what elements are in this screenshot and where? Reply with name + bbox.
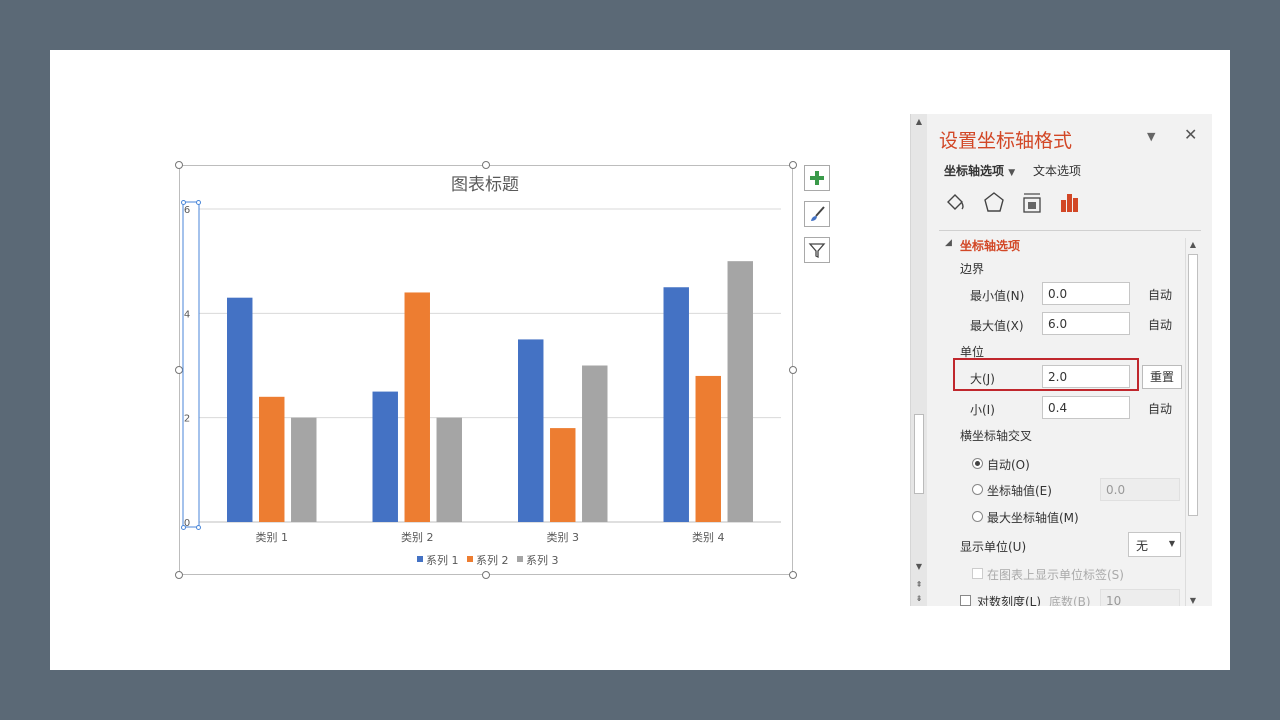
tab-text-options[interactable]: 文本选项 [1033,162,1081,179]
minor-state: 自动 [1148,402,1173,416]
brush-icon [811,206,825,221]
crosses-value-label[interactable]: 坐标轴值(E) [987,482,1052,499]
reset-button[interactable]: 重置 [1142,365,1182,389]
dropdown-arrow-icon: ▼ [1168,539,1175,548]
pane-inner-scrollbar[interactable]: ▲ ▼ [1185,238,1200,606]
chart-filters-button[interactable] [804,237,830,263]
chart-styles-button[interactable] [804,201,830,227]
log-scale-checkbox[interactable] [960,595,971,606]
size-properties-icon[interactable] [1019,190,1045,216]
chevron-down-icon: ▼ [1008,168,1016,178]
bar [663,287,689,522]
radio-crosses-value[interactable] [972,484,983,495]
pane-outer-scrollbar[interactable]: ▲ ▼ ⇞ ⇟ [911,114,927,606]
chart-title[interactable]: 图表标题 [451,175,519,195]
major-unit-field[interactable]: 2.0 [1042,365,1130,388]
scroll-page-down-icon[interactable]: ⇟ [914,594,924,604]
section-axis-options[interactable]: 坐标轴选项 [960,237,1020,254]
radio-crosses-auto[interactable] [972,458,983,469]
axis-handle-bottom-left[interactable] [181,525,186,530]
legend-swatch [467,556,473,562]
legend-label: 系列 1 [426,553,459,567]
y-tick-label: 2 [184,414,190,425]
bar [404,292,430,522]
show-units-checkbox[interactable] [972,568,983,579]
inner-scroll-down-icon[interactable]: ▼ [1188,596,1198,606]
pane-options-icon[interactable]: ▼ [1147,130,1155,143]
crosses-value-field[interactable]: 0.0 [1100,478,1180,501]
format-axis-pane: ▲ ▼ ⇞ ⇟ 设置坐标轴格式 ▼ ✕ 坐标轴选项 ▼ 文本选项 ▲ ▼ ◢ 坐… [910,114,1212,606]
bar [727,261,753,522]
inner-scroll-up-icon[interactable]: ▲ [1188,240,1198,250]
log-scale-label[interactable]: 对数刻度(L) [977,593,1041,606]
fill-line-icon[interactable] [943,190,969,216]
y-tick-label: 4 [184,309,190,320]
crosses-auto-label[interactable]: 自动(O) [987,456,1030,473]
min-value-field[interactable]: 0.0 [1042,282,1130,305]
x-tick-label: 类别 4 [692,530,725,544]
axis-handle-top-right[interactable] [196,200,201,205]
legend-label: 系列 3 [526,553,559,567]
vertical-axis-selection[interactable] [182,201,200,528]
bar [372,391,398,522]
min-state: 自动 [1148,288,1173,302]
crosses-max-label[interactable]: 最大坐标轴值(M) [987,509,1079,526]
chart-elements-button[interactable] [804,165,830,191]
log-base-field[interactable]: 10 [1100,589,1180,606]
scroll-up-icon[interactable]: ▲ [914,117,924,127]
pane-divider [939,230,1201,231]
display-units-value: 无 [1136,539,1149,553]
axis-handle-bottom-right[interactable] [196,525,201,530]
x-tick-label: 类别 2 [401,530,434,544]
min-label: 最小值(N) [970,289,1025,303]
show-units-label[interactable]: 在图表上显示单位标签(S) [987,566,1124,583]
legend-swatch [517,556,523,562]
x-tick-label: 类别 3 [547,530,580,544]
close-icon[interactable]: ✕ [1184,125,1197,144]
log-base-label: 底数(B) [1049,595,1091,606]
bar [550,428,576,522]
legend-swatch [417,556,423,562]
effects-icon[interactable] [981,190,1007,216]
legend-label: 系列 2 [476,553,509,567]
radio-crosses-max[interactable] [972,511,983,522]
x-tick-label: 类别 1 [256,530,289,544]
bounds-label: 边界 [960,262,985,276]
tab-axis-options[interactable]: 坐标轴选项 ▼ [944,162,1015,179]
bar [259,396,285,522]
scroll-down-icon[interactable]: ▼ [914,562,924,572]
bar [518,339,544,522]
axis-handle-top-left[interactable] [181,200,186,205]
max-label: 最大值(X) [970,319,1024,333]
display-units-select[interactable]: 无 ▼ [1128,532,1181,557]
bar [436,417,462,522]
tab-axis-options-label: 坐标轴选项 [944,164,1005,178]
filter-icon [808,243,826,259]
minor-unit-field[interactable]: 0.4 [1042,396,1130,419]
bar [227,297,253,522]
pane-title: 设置坐标轴格式 [939,130,1073,152]
expand-triangle-icon[interactable]: ◢ [945,238,952,248]
display-units-label: 显示单位(U) [960,540,1027,554]
bar [582,365,608,522]
max-state: 自动 [1148,318,1173,332]
scroll-page-up-icon[interactable]: ⇞ [914,580,924,590]
y-tick-label: 6 [184,205,190,216]
scroll-thumb[interactable] [914,414,924,494]
crosses-label: 横坐标轴交叉 [960,429,1033,443]
inner-scroll-thumb[interactable] [1188,254,1198,516]
major-unit-label: 大(J) [970,372,995,386]
max-value-field[interactable]: 6.0 [1042,312,1130,335]
bar [291,417,317,522]
axis-options-icon[interactable] [1057,190,1083,216]
chart-plot: 图表标题 0246 类别 1 类别 2 类别 3 类别 4 系列 1 系列 2 系列 3 [182,175,781,567]
plus-icon [810,171,824,185]
minor-unit-label: 小(I) [970,403,995,417]
bar [695,375,721,522]
